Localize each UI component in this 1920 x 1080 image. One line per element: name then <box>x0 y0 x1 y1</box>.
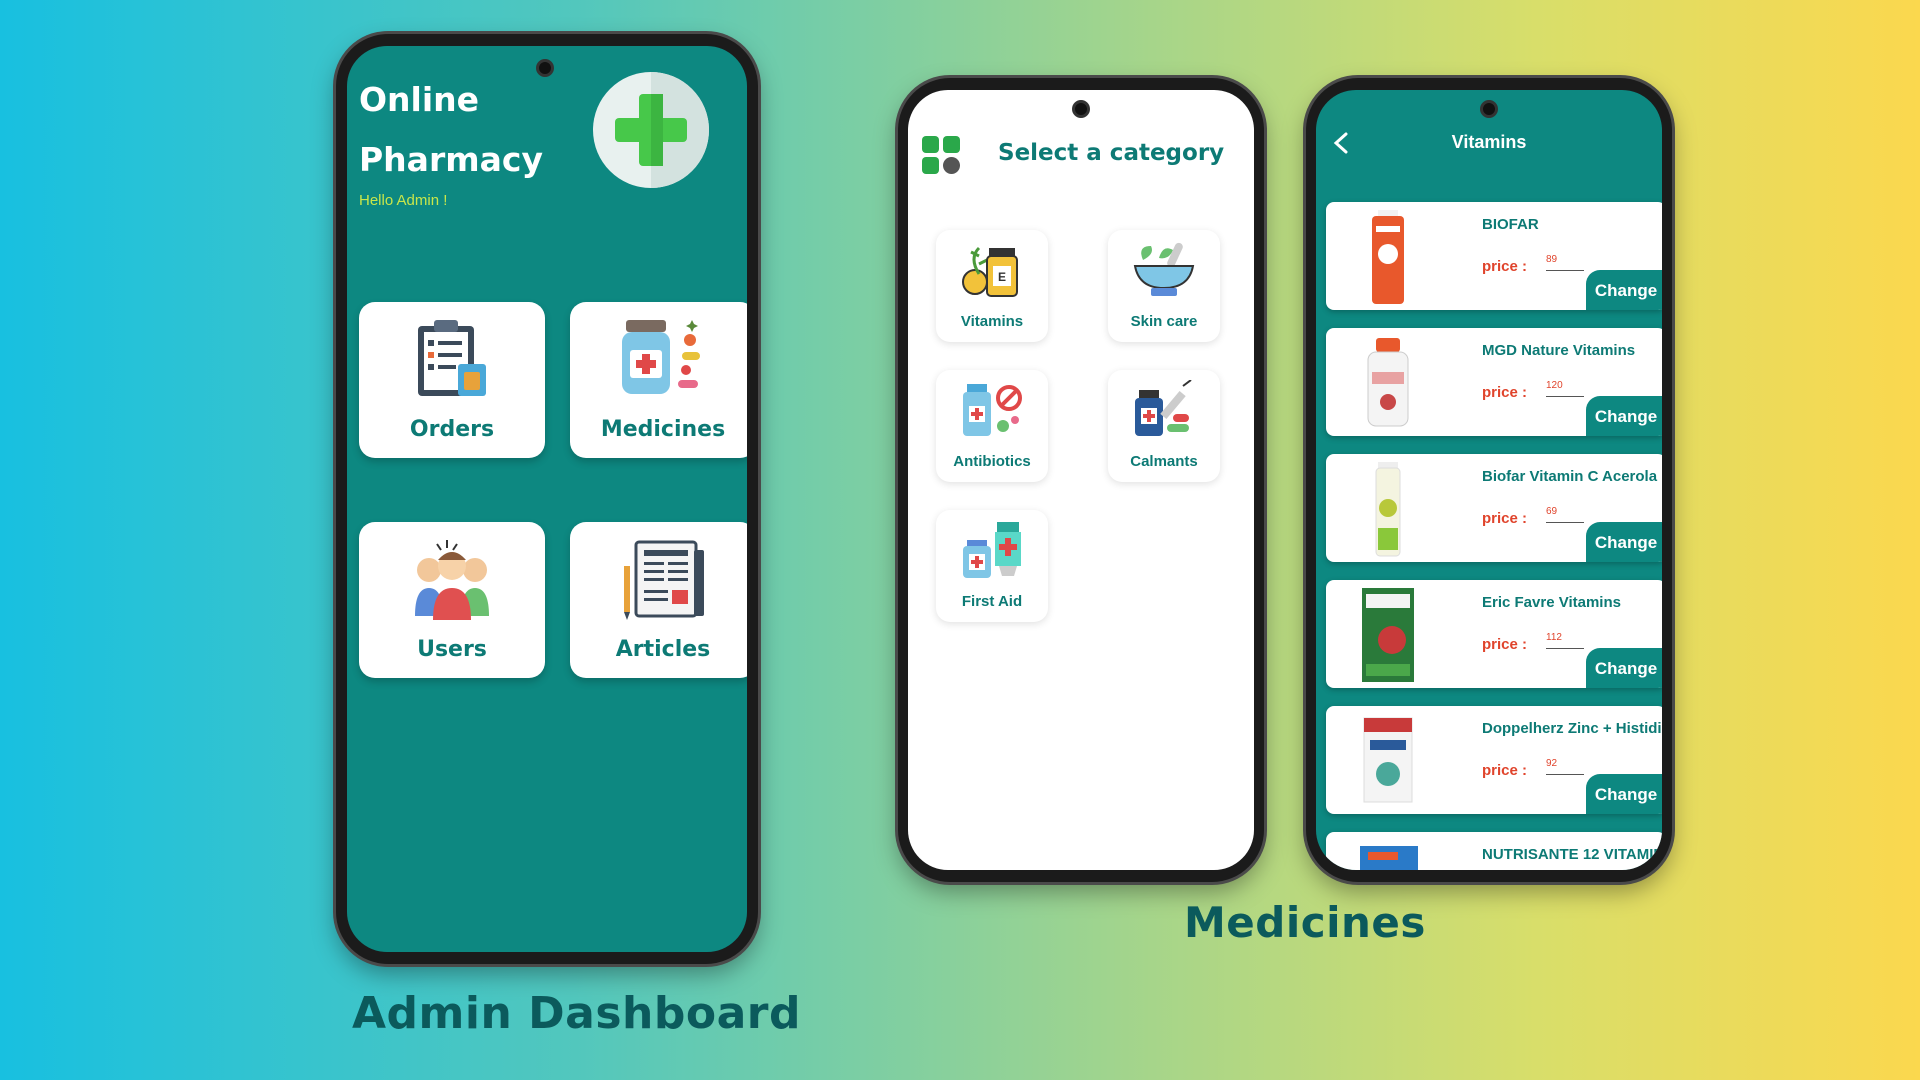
price-label: price : <box>1482 762 1528 779</box>
price-input[interactable]: 120 <box>1546 380 1584 397</box>
product-name: Biofar Vitamin C Acerola <box>1482 468 1658 485</box>
product-image <box>1358 836 1418 870</box>
first-aid-icon <box>959 520 1025 585</box>
users-card[interactable]: Users <box>359 522 545 678</box>
app-title-line2: Pharmacy <box>359 140 543 179</box>
category-first-aid[interactable]: First Aid <box>936 510 1048 622</box>
orders-card-label: Orders <box>409 417 495 442</box>
app-title-line1: Online <box>359 80 480 119</box>
categories-screen: Select a category E Vitamins Skin care A… <box>908 90 1254 870</box>
product-name: NUTRISANTE 12 VITAMIN <box>1482 846 1662 863</box>
product-card: NUTRISANTE 12 VITAMIN <box>1326 832 1662 870</box>
product-name: MGD Nature Vitamins <box>1482 342 1636 359</box>
clipboard-icon <box>412 316 492 405</box>
greeting-text: Hello Admin ! <box>359 192 448 209</box>
change-button[interactable]: Change <box>1586 648 1662 688</box>
category-vitamins[interactable]: E Vitamins <box>936 230 1048 342</box>
medicines-caption: Medicines <box>1184 898 1426 947</box>
admin-screen: Online Pharmacy Hello Admin ! Orders Med… <box>347 46 747 952</box>
product-image <box>1358 584 1418 684</box>
category-skin-care[interactable]: Skin care <box>1108 230 1220 342</box>
product-card: Doppelherz Zinc + Histidin price : 92 Ch… <box>1326 706 1662 814</box>
category-label: Calmants <box>1130 453 1198 470</box>
price-input[interactable]: 112 <box>1546 632 1584 649</box>
front-camera <box>536 59 554 77</box>
category-antibiotics[interactable]: Antibiotics <box>936 370 1048 482</box>
category-label: First Aid <box>961 593 1023 610</box>
price-input[interactable]: 92 <box>1546 758 1584 775</box>
price-input[interactable]: 69 <box>1546 506 1584 523</box>
product-card: BIOFAR price : 89 Change <box>1326 202 1662 310</box>
orders-card[interactable]: Orders <box>359 302 545 458</box>
medicines-card-label: Medicines <box>600 417 726 442</box>
articles-card[interactable]: Articles <box>570 522 747 678</box>
product-name: Doppelherz Zinc + Histidin <box>1482 720 1662 737</box>
price-label: price : <box>1482 258 1528 275</box>
product-image <box>1358 332 1418 432</box>
vitamins-screen: Vitamins BIOFAR price : 89 Change MGD Na… <box>1316 90 1662 870</box>
users-card-label: Users <box>417 637 487 662</box>
mortar-pestle-icon <box>1131 240 1197 305</box>
front-camera <box>1480 100 1498 118</box>
category-calmants[interactable]: Calmants <box>1108 370 1220 482</box>
change-button[interactable]: Change <box>1586 774 1662 814</box>
admin-dashboard-caption: Admin Dashboard <box>352 988 801 1039</box>
category-header: Select a category <box>998 140 1225 166</box>
price-input[interactable]: 89 <box>1546 254 1584 271</box>
change-button[interactable]: Change <box>1586 396 1662 436</box>
category-label: Vitamins <box>960 313 1024 330</box>
front-camera <box>1072 100 1090 118</box>
phone-vitamins-list: Vitamins BIOFAR price : 89 Change MGD Na… <box>1306 78 1672 882</box>
product-image <box>1358 206 1418 306</box>
users-group-icon <box>407 536 497 625</box>
medicines-card[interactable]: Medicines <box>570 302 747 458</box>
articles-card-label: Articles <box>615 637 711 662</box>
phone-admin-dashboard: Online Pharmacy Hello Admin ! Orders Med… <box>336 34 758 964</box>
product-card: Biofar Vitamin C Acerola price : 69 Chan… <box>1326 454 1662 562</box>
grid-menu-icon[interactable] <box>920 134 962 176</box>
product-card: Eric Favre Vitamins price : 112 Change <box>1326 580 1662 688</box>
medicine-bottle-icon <box>620 316 706 405</box>
app-title: Online Pharmacy <box>359 70 619 190</box>
price-label: price : <box>1482 384 1528 401</box>
category-label: Skin care <box>1130 313 1198 330</box>
price-label: price : <box>1482 510 1528 527</box>
product-card: MGD Nature Vitamins price : 120 Change <box>1326 328 1662 436</box>
product-image <box>1358 458 1418 558</box>
svg-text:E: E <box>998 270 1006 284</box>
category-label: Antibiotics <box>953 453 1031 470</box>
product-image <box>1358 710 1418 810</box>
phone-categories: Select a category E Vitamins Skin care A… <box>898 78 1264 882</box>
price-label: price : <box>1482 636 1528 653</box>
antibiotics-icon <box>959 380 1025 445</box>
syringe-bottle-icon <box>1131 379 1197 445</box>
change-button[interactable]: Change <box>1586 522 1662 562</box>
change-button[interactable]: Change <box>1586 270 1662 310</box>
vitamins-icon: E <box>959 240 1025 305</box>
pharmacy-cross-logo-icon <box>593 72 709 188</box>
newspaper-icon <box>618 536 708 625</box>
product-name: BIOFAR <box>1482 216 1539 233</box>
list-title: Vitamins <box>1451 132 1527 152</box>
product-name: Eric Favre Vitamins <box>1482 594 1621 611</box>
